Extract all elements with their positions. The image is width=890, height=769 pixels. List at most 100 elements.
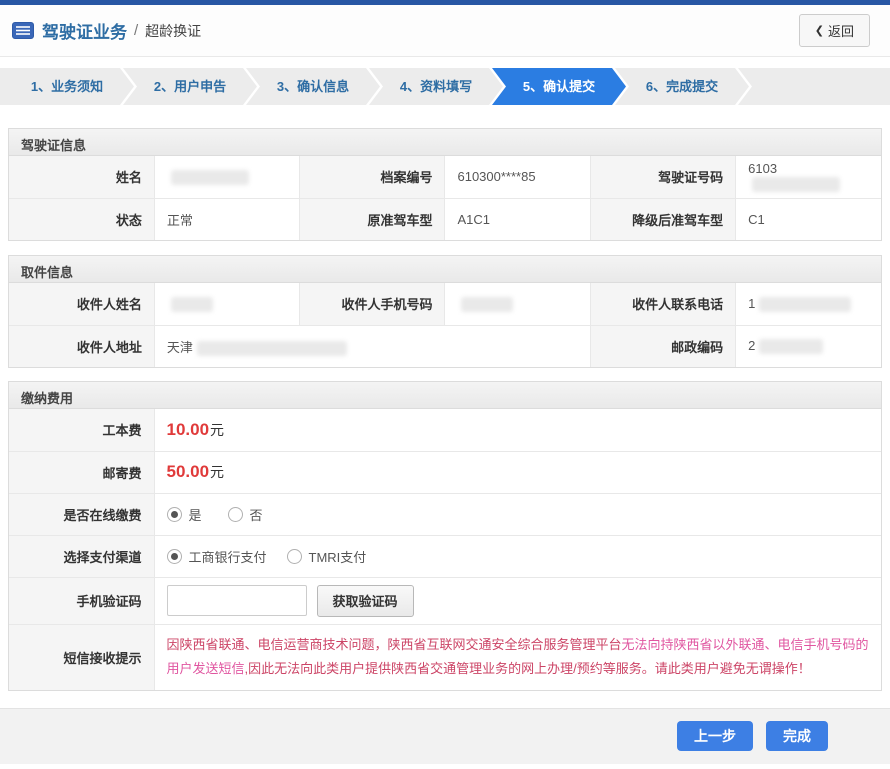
notice-text-part1: 因陕西省联通、电信运营商技术问题，陕西省互联网交通安全综合服务管理平台 xyxy=(166,636,622,652)
postal-code-value: 2 xyxy=(735,324,881,367)
table-row: 选择支付渠道 工商银行支付 TMRI支付 xyxy=(9,534,881,578)
recipient-name-label: 收件人姓名 xyxy=(9,283,155,326)
postage-fee-label: 邮寄费 xyxy=(9,450,155,494)
radio-unchecked-icon[interactable] xyxy=(227,506,243,522)
step-3-confirm-info[interactable]: 3、确认信息 xyxy=(246,68,380,105)
redacted-value xyxy=(170,169,249,185)
name-value xyxy=(153,156,301,199)
redacted-value xyxy=(752,177,841,193)
recipient-name-value xyxy=(153,283,301,326)
postage-fee-amount: 50.00 xyxy=(166,462,210,481)
sms-code-input[interactable] xyxy=(166,585,307,616)
recipient-address-value: 天津 xyxy=(153,324,591,367)
step-1-notice[interactable]: 1、业务须知 xyxy=(0,68,134,105)
online-no-option[interactable]: 否 xyxy=(227,505,263,524)
table-row: 邮寄费 50.00元 xyxy=(9,450,881,494)
step-5-confirm-submit[interactable]: 5、确认提交 xyxy=(492,68,626,105)
file-number-label: 档案编号 xyxy=(299,156,446,199)
redacted-value xyxy=(759,339,824,355)
table-row: 手机验证码 获取验证码 xyxy=(9,576,881,625)
recipient-phone-value: 1 xyxy=(735,283,881,326)
get-code-button[interactable]: 获取验证码 xyxy=(316,584,414,617)
table-row: 工本费 10.00元 xyxy=(9,409,881,452)
table-row: 状态 正常 原准驾车型 A1C1 降级后准驾车型 C1 xyxy=(9,197,881,240)
original-class-value: A1C1 xyxy=(444,197,591,240)
payment-channel-label: 选择支付渠道 xyxy=(9,534,155,578)
step-6-complete[interactable]: 6、完成提交 xyxy=(615,68,749,105)
payment-channel-options: 工商银行支付 TMRI支付 xyxy=(153,534,881,578)
file-number-value: 610300****85 xyxy=(444,156,591,199)
pickup-info-section: 取件信息 收件人姓名 收件人手机号码 收件人联系电话 1 收件人地址 天津 邮政… xyxy=(8,255,882,368)
license-number-value: 6103 xyxy=(735,156,881,199)
page: 驾驶证业务 / 超龄换证 ❮ 返回 1、业务须知 2、用户申告 3、确认信息 4… xyxy=(0,0,890,769)
step-nav-filler xyxy=(738,68,890,105)
fees-table: 工本费 10.00元 邮寄费 50.00元 是否在线缴费 是 否 选择支付渠道 … xyxy=(9,409,881,690)
license-info-table: 姓名 档案编号 610300****85 驾驶证号码 6103 状态 正常 原准… xyxy=(9,156,881,240)
online-payment-options: 是 否 xyxy=(153,492,881,536)
online-payment-label: 是否在线缴费 xyxy=(9,492,155,536)
online-yes-option[interactable]: 是 xyxy=(166,505,202,524)
footer-action-bar: 上一步 完成 xyxy=(0,707,890,764)
online-no-label: 否 xyxy=(249,507,263,523)
redacted-value xyxy=(170,296,213,312)
online-yes-label: 是 xyxy=(188,507,202,523)
postage-fee-value: 50.00元 xyxy=(153,450,881,494)
breadcrumb-separator: / xyxy=(134,22,139,39)
notice-text-part3: ,因此无法向此类用户提供陕西省交通管理业务的网上办理/预约等服务。请此类用户避免… xyxy=(244,661,811,677)
channel-icbc-option[interactable]: 工商银行支付 xyxy=(166,547,267,566)
channel-icbc-label: 工商银行支付 xyxy=(188,549,267,565)
step-4-fill-data[interactable]: 4、资料填写 xyxy=(369,68,503,105)
sms-code-field: 获取验证码 xyxy=(153,576,881,625)
redacted-value xyxy=(461,296,514,312)
fees-section: 缴纳费用 工本费 10.00元 邮寄费 50.00元 是否在线缴费 是 否 选择… xyxy=(8,381,882,691)
license-number-label: 驾驶证号码 xyxy=(589,156,737,199)
cost-fee-label: 工本费 xyxy=(9,409,155,452)
sms-notice-label: 短信接收提示 xyxy=(9,623,155,690)
table-row: 短信接收提示 因陕西省联通、电信运营商技术问题，陕西省互联网交通安全综合服务管理… xyxy=(9,623,881,690)
recipient-address-label: 收件人地址 xyxy=(9,324,155,367)
finish-button[interactable]: 完成 xyxy=(766,721,828,752)
chevron-left-icon: ❮ xyxy=(814,25,824,37)
sms-notice-text: 因陕西省联通、电信运营商技术问题，陕西省互联网交通安全综合服务管理平台无法向持陕… xyxy=(153,623,881,690)
cost-fee-value: 10.00元 xyxy=(153,409,881,452)
page-title: 驾驶证业务 xyxy=(42,23,127,42)
recipient-mobile-label: 收件人手机号码 xyxy=(299,283,446,326)
postal-code-label: 邮政编码 xyxy=(589,324,737,367)
downgraded-class-label: 降级后准驾车型 xyxy=(589,197,737,240)
list-icon xyxy=(12,22,34,39)
previous-step-button[interactable]: 上一步 xyxy=(677,721,753,752)
breadcrumb-current: 超龄换证 xyxy=(145,22,202,39)
table-row: 姓名 档案编号 610300****85 驾驶证号码 6103 xyxy=(9,156,881,199)
cost-fee-amount: 10.00 xyxy=(166,419,210,439)
table-row: 收件人地址 天津 邮政编码 2 xyxy=(9,324,881,367)
step-navigation: 1、业务须知 2、用户申告 3、确认信息 4、资料填写 5、确认提交 6、完成提… xyxy=(0,68,890,105)
license-info-section: 驾驶证信息 姓名 档案编号 610300****85 驾驶证号码 6103 状态… xyxy=(8,128,882,241)
license-section-title: 驾驶证信息 xyxy=(9,129,881,156)
back-button-label: 返回 xyxy=(827,24,854,39)
sms-code-label: 手机验证码 xyxy=(9,576,155,625)
page-header: 驾驶证业务 / 超龄换证 ❮ 返回 xyxy=(0,5,890,57)
step-2-declaration[interactable]: 2、用户申告 xyxy=(123,68,257,105)
pickup-section-title: 取件信息 xyxy=(9,256,881,283)
postage-fee-unit: 元 xyxy=(210,464,225,480)
radio-checked-icon[interactable] xyxy=(166,548,182,564)
table-row: 是否在线缴费 是 否 xyxy=(9,492,881,536)
name-label: 姓名 xyxy=(9,156,155,199)
cost-fee-unit: 元 xyxy=(210,421,225,438)
radio-unchecked-icon[interactable] xyxy=(286,548,302,564)
status-value: 正常 xyxy=(153,197,301,240)
channel-tmri-label: TMRI支付 xyxy=(308,549,367,565)
recipient-mobile-value xyxy=(444,283,591,326)
radio-checked-icon[interactable] xyxy=(166,506,182,522)
pickup-info-table: 收件人姓名 收件人手机号码 收件人联系电话 1 收件人地址 天津 邮政编码 2 xyxy=(9,283,881,367)
back-button[interactable]: ❮ 返回 xyxy=(798,14,870,47)
downgraded-class-value: C1 xyxy=(735,197,881,240)
redacted-value xyxy=(196,340,347,356)
channel-tmri-option[interactable]: TMRI支付 xyxy=(286,547,367,566)
table-row: 收件人姓名 收件人手机号码 收件人联系电话 1 xyxy=(9,283,881,326)
redacted-value xyxy=(759,296,852,312)
status-label: 状态 xyxy=(9,197,155,240)
original-class-label: 原准驾车型 xyxy=(299,197,446,240)
fees-section-title: 缴纳费用 xyxy=(9,382,881,409)
recipient-phone-label: 收件人联系电话 xyxy=(589,283,737,326)
